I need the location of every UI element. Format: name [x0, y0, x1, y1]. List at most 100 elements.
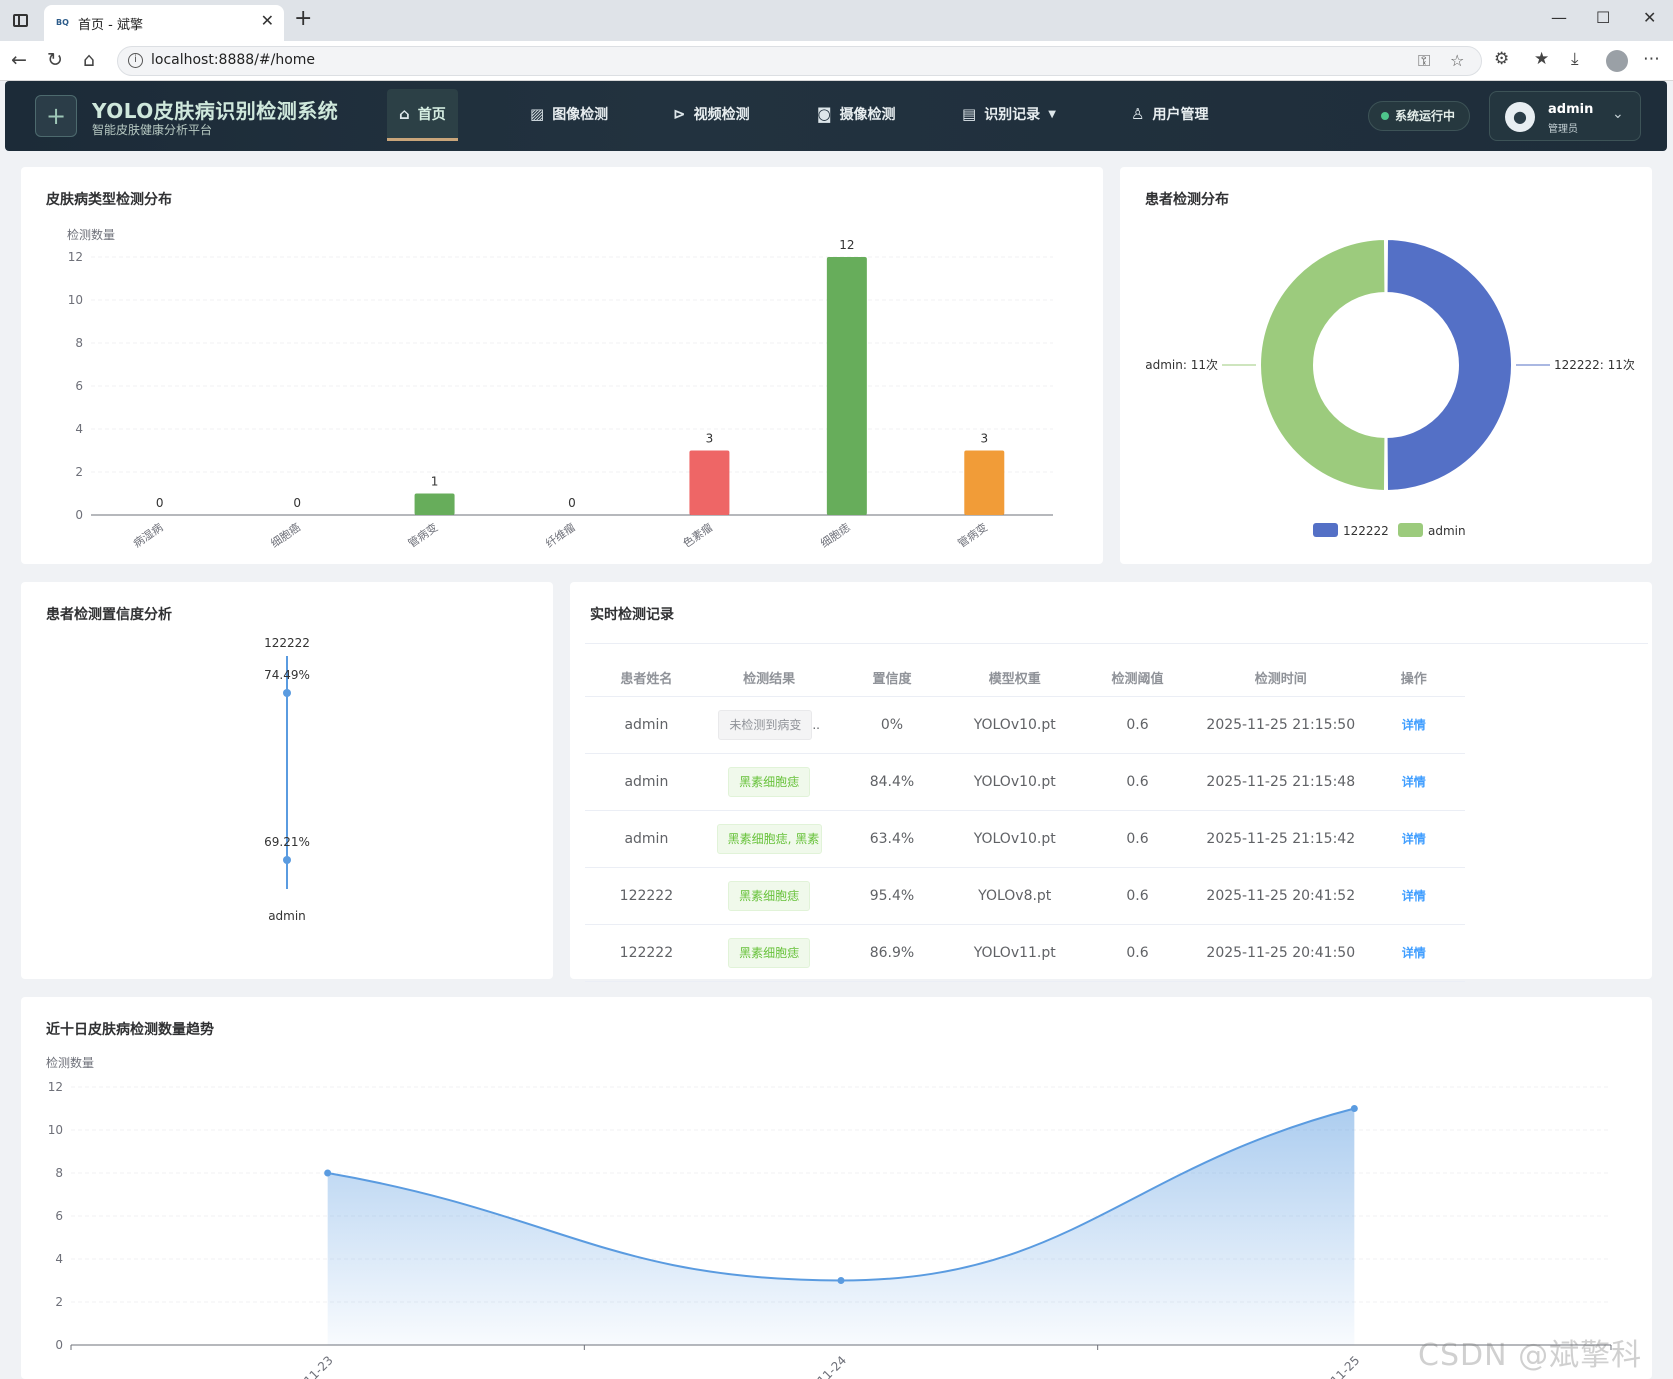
- cell-time: 2025-11-25 21:15:50: [1198, 696, 1363, 754]
- confidence-label: 74.49%: [264, 668, 310, 682]
- trend-point: [837, 1277, 845, 1284]
- cell-confidence: 84.4%: [830, 753, 954, 811]
- bar-chart: 检测数量 0 2 4 6 8 10 12 0 病湿病 0 细胞癌 1 管病变 0 纤维瘤 3 色素瘤 12 细胞痣 3 管…: [67, 227, 1053, 550]
- nav-user-manage[interactable]: ♙ 用户管理: [1119, 89, 1220, 139]
- trend-chart: 检测数量 0 2 4 6 8 10 12 11-23 11-24 11-25: [46, 1055, 1612, 1379]
- cell-action: 详情: [1362, 696, 1465, 754]
- cell-name: admin: [585, 696, 708, 754]
- pie-slice: [1385, 237, 1513, 493]
- column-header: 检测阈值: [1076, 659, 1199, 697]
- column-header: 检测结果: [707, 659, 831, 697]
- cell-threshold: 0.6: [1076, 753, 1199, 811]
- window-menu-icon[interactable]: [13, 14, 28, 27]
- cell-name: 122222: [585, 867, 708, 925]
- table-header-row: 患者姓名 检测结果 置信度 模型权重 检测阈值 检测时间 操作: [585, 659, 1465, 697]
- favorite-star-icon[interactable]: ☆: [1450, 51, 1464, 70]
- y-tick-label: 6: [55, 1209, 63, 1223]
- reload-icon[interactable]: ↻: [47, 49, 63, 71]
- site-info-icon[interactable]: i: [128, 53, 143, 68]
- column-header: 检测时间: [1198, 659, 1363, 697]
- cell-result: 黑素细胞痣: [707, 867, 831, 925]
- cell-name: 122222: [585, 924, 708, 982]
- x-tick-label: 11-24: [815, 1353, 850, 1379]
- minimize-icon[interactable]: —: [1551, 8, 1567, 27]
- pie-chart-card: 患者检测分布 122222: 11次 admin: 11次 122222 admin: [1120, 167, 1652, 564]
- cell-time: 2025-11-25 21:15:42: [1198, 810, 1363, 868]
- category-label: admin: [268, 909, 306, 923]
- legend-swatch: [1313, 523, 1338, 537]
- close-window-icon[interactable]: ✕: [1643, 8, 1656, 27]
- y-tick-label: 4: [75, 422, 83, 436]
- user-chevron-down-icon: ⌄: [1612, 106, 1624, 122]
- play-circle-icon: ⊳: [673, 105, 686, 123]
- trend-area: [327, 1108, 1355, 1345]
- cell-time: 2025-11-25 20:41:52: [1198, 867, 1363, 925]
- maximize-icon[interactable]: ☐: [1596, 8, 1610, 27]
- bar-value-label: 1: [431, 475, 439, 489]
- detail-link[interactable]: 详情: [1402, 775, 1426, 789]
- nav-home-label: 首页: [417, 107, 446, 123]
- legend-swatch: [1398, 523, 1423, 537]
- column-header: 模型权重: [953, 659, 1077, 697]
- x-tick-label: 细胞痣: [818, 520, 853, 550]
- more-icon[interactable]: ⋯: [1643, 49, 1660, 69]
- x-tick-label: 色素瘤: [680, 520, 715, 550]
- browser-tab[interactable]: BQ 首页 - 斌擎 ✕: [44, 5, 284, 41]
- detail-link[interactable]: 详情: [1402, 946, 1426, 960]
- close-tab-icon[interactable]: ✕: [261, 11, 274, 30]
- detail-link[interactable]: 详情: [1402, 832, 1426, 846]
- nav-video-detect[interactable]: ⊳ 视频检测: [661, 89, 762, 139]
- table-row: 122222 黑素细胞痣 95.4% YOLOv8.pt 0.6 2025-11…: [585, 867, 1465, 925]
- nav-image-detect[interactable]: ▨ 图像检测: [518, 89, 620, 139]
- cell-result: 未检测到病变..: [707, 696, 831, 754]
- cell-action: 详情: [1362, 867, 1465, 925]
- cell-action: 详情: [1362, 810, 1465, 868]
- nav-video-detect-label: 视频检测: [693, 107, 750, 123]
- y-tick-label: 4: [55, 1252, 63, 1266]
- profile-avatar[interactable]: [1606, 50, 1628, 72]
- detail-link[interactable]: 详情: [1402, 889, 1426, 903]
- records-card: 实时检测记录 患者姓名 检测结果 置信度 模型权重 检测阈值 检测时间 操作 a…: [570, 582, 1652, 982]
- url-text: localhost:8888/#/home: [151, 52, 316, 68]
- y-tick-label: 0: [55, 1338, 63, 1352]
- cell-result: 黑素细胞痣: [707, 924, 831, 982]
- nav-records-label: 识别记录: [984, 107, 1041, 123]
- cell-threshold: 0.6: [1076, 924, 1199, 982]
- cell-threshold: 0.6: [1076, 867, 1199, 925]
- nav-camera-detect[interactable]: ◙ 摄像检测: [805, 89, 908, 139]
- back-icon[interactable]: ←: [11, 49, 27, 71]
- download-icon[interactable]: ⤓: [1571, 49, 1579, 69]
- watermark: CSDN @斌擎科技: [1418, 1338, 1643, 1373]
- nav-records[interactable]: ▤ 识别记录 ▼: [950, 89, 1068, 139]
- cell-result: 黑素细胞痣, 黑素: [707, 810, 831, 868]
- new-tab-icon[interactable]: +: [294, 6, 312, 31]
- result-tag: 黑素细胞痣: [728, 937, 811, 968]
- home-nav-icon[interactable]: ⌂: [83, 49, 95, 71]
- result-tag: 黑素细胞痣, 黑素: [716, 823, 822, 854]
- user-menu[interactable]: ● admin 管理员 ⌄: [1489, 91, 1641, 141]
- x-tick-label: 11-23: [301, 1353, 336, 1379]
- y-tick-label: 10: [68, 293, 83, 307]
- cell-time: 2025-11-25 20:41:50: [1198, 924, 1363, 982]
- x-tick-label: 11-25: [1328, 1353, 1363, 1379]
- y-tick-label: 12: [48, 1080, 63, 1094]
- legend-label: admin: [1428, 524, 1466, 538]
- url-field[interactable]: i localhost:8888/#/home ⚿ ☆: [117, 46, 1482, 76]
- key-icon[interactable]: ⚿: [1418, 51, 1430, 71]
- address-bar: ← ↻ ⌂ i localhost:8888/#/home ⚿ ☆ ⚙ ★ ⤓ …: [0, 41, 1673, 81]
- status-text: 系统运行中: [1395, 109, 1456, 123]
- detail-link[interactable]: 详情: [1402, 718, 1426, 732]
- bar-value-label: 0: [156, 496, 164, 510]
- table-row: admin 黑素细胞痣, 黑素 63.4% YOLOv10.pt 0.6 202…: [585, 810, 1465, 868]
- legend-label: 122222: [1343, 524, 1389, 538]
- status-badge: 系统运行中: [1368, 101, 1470, 131]
- favorites-icon[interactable]: ★: [1534, 49, 1549, 69]
- category-label: 122222: [264, 636, 310, 650]
- cell-model: YOLOv10.pt: [953, 810, 1077, 868]
- y-tick-label: 12: [68, 250, 83, 264]
- result-tag: 黑素细胞痣: [728, 766, 811, 797]
- extensions-icon[interactable]: ⚙: [1494, 49, 1509, 69]
- cell-model: YOLOv10.pt: [953, 753, 1077, 811]
- bar-value-label: 0: [568, 496, 576, 510]
- nav-home[interactable]: ⌂ 首页: [387, 89, 458, 141]
